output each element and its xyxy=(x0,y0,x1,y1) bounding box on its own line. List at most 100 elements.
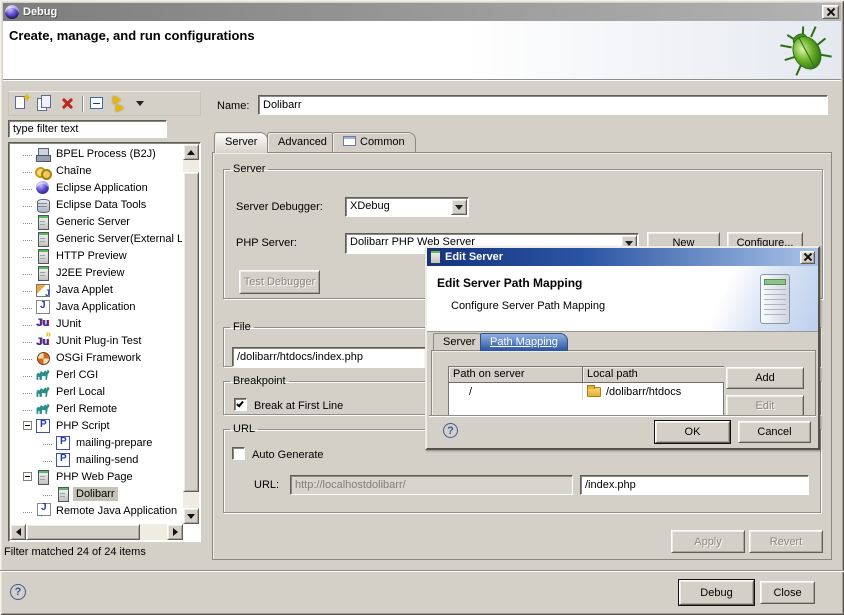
tree-item-perl-cgi[interactable]: Perl CGI xyxy=(10,366,182,383)
path-mapping-row[interactable]: //dolibarr/htdocs xyxy=(449,383,723,400)
tab-advanced[interactable]: Advanced xyxy=(267,132,338,152)
scroll-down-icon[interactable] xyxy=(183,508,199,524)
tree-item-label: BPEL Process (B2J) xyxy=(53,147,159,161)
server-debugger-label: Server Debugger: xyxy=(236,201,323,213)
url-path-input[interactable] xyxy=(580,475,809,495)
remote-icon: → xyxy=(35,503,51,519)
tree-item-perl-local[interactable]: Perl Local xyxy=(10,383,182,400)
tree-item-java-application[interactable]: Java Application xyxy=(10,298,182,315)
window-title: Debug xyxy=(23,6,57,18)
tree-item-eclipse-data-tools[interactable]: Eclipse Data Tools xyxy=(10,196,182,213)
tree-item-label: Perl Remote xyxy=(53,402,120,416)
tree-item-label: Java Applet xyxy=(53,283,116,297)
tab-common[interactable]: Common xyxy=(332,132,416,152)
filter-input[interactable] xyxy=(8,120,167,138)
filter-menu-chevron-icon[interactable] xyxy=(136,101,144,106)
revert-button[interactable]: Revert xyxy=(749,530,823,553)
tree-item-mailing-send[interactable]: mailing-send xyxy=(10,451,182,468)
add-mapping-button[interactable]: Add xyxy=(726,367,804,389)
combo-dropdown-icon[interactable] xyxy=(451,199,467,215)
main-tabs: Server Advanced Common xyxy=(212,132,832,152)
tree-item-bpel-process-b2j-[interactable]: BPEL Process (B2J) xyxy=(10,145,182,162)
dialog-heading: Edit Server Path Mapping xyxy=(437,276,582,290)
horizontal-scroll-thumb[interactable] xyxy=(26,524,140,540)
tree-item-j2ee-preview[interactable]: J2EE Preview xyxy=(10,264,182,281)
collapse-all-icon[interactable] xyxy=(90,95,107,112)
tree-item-eclipse-application[interactable]: Eclipse Application xyxy=(10,179,182,196)
dialog-subheading: Configure Server Path Mapping xyxy=(451,300,605,312)
tree-connector xyxy=(23,406,32,411)
tree-connector xyxy=(23,219,32,224)
tree-item-dolibarr[interactable]: Dolibarr xyxy=(10,485,182,502)
bug-icon xyxy=(779,25,833,77)
name-input[interactable] xyxy=(258,95,828,115)
tree-item-junit[interactable]: JUnit xyxy=(10,315,182,332)
filter-status-text: Filter matched 24 of 24 items xyxy=(4,546,146,558)
new-configuration-icon[interactable]: ✦ xyxy=(13,95,30,112)
perl-icon xyxy=(35,384,51,400)
server-path-cell: / xyxy=(449,383,583,400)
dialog-title: Edit Server xyxy=(445,251,503,263)
dialog-tab-server[interactable]: Server xyxy=(433,333,485,351)
tree-item-label: Perl Local xyxy=(53,385,108,399)
tree-item-mailing-prepare[interactable]: mailing-prepare xyxy=(10,434,182,451)
test-debugger-button[interactable]: Test Debugger xyxy=(239,270,320,294)
db-icon xyxy=(35,197,51,213)
tab-server[interactable]: Server xyxy=(214,132,268,153)
tree-item-label: HTTP Preview xyxy=(53,249,130,263)
server-debugger-select[interactable]: XDebug xyxy=(345,197,469,217)
collapse-toggle-icon[interactable] xyxy=(23,421,32,430)
debug-button[interactable]: Debug xyxy=(679,580,754,605)
debug-configurations-window: Debug Create, manage, and run configurat… xyxy=(0,0,844,615)
tree-item-osgi-framework[interactable]: OSGi Framework xyxy=(10,349,182,366)
filter-icon[interactable] xyxy=(113,95,130,112)
break-first-line-label: Break at First Line xyxy=(254,400,343,412)
break-first-line-checkbox[interactable] xyxy=(234,398,247,411)
tree-connector xyxy=(23,338,32,343)
eclipse-logo-icon xyxy=(5,5,19,19)
tree-item-perl-remote[interactable]: Perl Remote xyxy=(10,400,182,417)
tree-item-remote-java-application[interactable]: →Remote Java Application xyxy=(10,502,182,519)
tree-item-cha-ne[interactable]: Chaîne xyxy=(10,162,182,179)
dialog-tab-path-mapping[interactable]: Path Mapping xyxy=(480,333,568,351)
cancel-button[interactable]: Cancel xyxy=(738,421,811,443)
tree-item-junit-plug-in-test[interactable]: JUnit Plug-in Test xyxy=(10,332,182,349)
banner-watermark xyxy=(698,266,818,331)
help-icon[interactable]: ? xyxy=(10,584,26,600)
duplicate-configuration-icon[interactable] xyxy=(36,95,53,112)
server-tower-graphic xyxy=(760,274,790,324)
ok-button[interactable]: OK xyxy=(655,421,730,443)
close-button[interactable]: Close xyxy=(760,581,815,604)
tree-item-php-web-page[interactable]: PHP Web Page xyxy=(10,468,182,485)
tree-item-generic-server[interactable]: Generic Server xyxy=(10,213,182,230)
tree-item-generic-server-external-la[interactable]: Generic Server(External La xyxy=(10,230,182,247)
server-group-legend: Server xyxy=(230,163,268,175)
scroll-right-icon[interactable] xyxy=(167,524,183,540)
tree-item-php-script[interactable]: PHP Script xyxy=(10,417,182,434)
php-icon xyxy=(35,418,51,434)
collapse-toggle-icon[interactable] xyxy=(23,472,32,481)
local-path-cell: /dolibarr/htdocs xyxy=(583,383,724,400)
window-close-button[interactable] xyxy=(822,5,839,19)
dialog-close-button[interactable] xyxy=(800,251,815,264)
apply-button[interactable]: Apply xyxy=(671,530,745,553)
edit-mapping-button[interactable]: Edit xyxy=(726,395,804,416)
tree-vertical-scrollbar[interactable] xyxy=(183,144,199,524)
tree-item-java-applet[interactable]: Java Applet xyxy=(10,281,182,298)
vertical-scroll-thumb[interactable] xyxy=(183,172,199,492)
file-group-legend: File xyxy=(230,321,254,333)
delete-configuration-icon[interactable] xyxy=(59,95,76,112)
auto-generate-checkbox[interactable] xyxy=(232,447,245,460)
tree-item-http-preview[interactable]: HTTP Preview xyxy=(10,247,182,264)
scroll-left-icon[interactable] xyxy=(10,524,26,540)
applet-icon xyxy=(35,282,51,298)
tree-item-label: Eclipse Data Tools xyxy=(53,198,149,212)
dialog-help-icon[interactable]: ? xyxy=(443,423,458,438)
scroll-up-icon[interactable] xyxy=(183,144,199,160)
url-label: URL: xyxy=(254,479,279,491)
tree-connector xyxy=(43,457,52,462)
tree-connector xyxy=(23,372,32,377)
php-icon xyxy=(55,452,71,468)
table-header: Path on serverLocal path xyxy=(449,367,723,383)
tree-horizontal-scrollbar[interactable] xyxy=(10,524,183,540)
